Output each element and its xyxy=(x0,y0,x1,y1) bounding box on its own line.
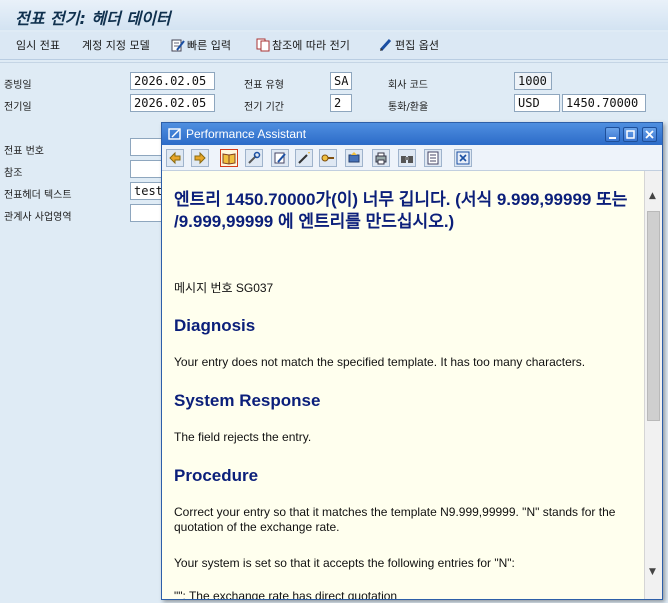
find-button[interactable] xyxy=(398,149,416,167)
document-date-label: 증빙일 xyxy=(4,80,32,91)
trading-partner-label: 관계사 사업영역 xyxy=(4,212,72,223)
bookmark-button[interactable] xyxy=(345,149,363,167)
edit-button[interactable] xyxy=(271,149,289,167)
message-number: 메시지 번호 SG037 xyxy=(174,281,274,295)
procedure-text-3: "": The exchange rate has direct quotati… xyxy=(174,589,398,599)
fast-entry-icon xyxy=(171,39,185,52)
park-document-button[interactable]: 임시 전표 xyxy=(16,38,60,54)
book-icon xyxy=(222,153,236,165)
key-button[interactable] xyxy=(319,149,337,167)
tools-icon xyxy=(248,151,261,164)
divider xyxy=(0,62,668,63)
maximize-icon xyxy=(626,130,635,139)
page-title: 전표 전기: 헤더 데이터 xyxy=(15,9,171,28)
header-text-label: 전표헤더 텍스트 xyxy=(4,190,72,201)
popup-title: Performance Assistant xyxy=(186,127,307,141)
toolbar-label: 계정 지정 모델 xyxy=(82,39,150,52)
copy-document-icon xyxy=(256,38,270,52)
close-help-button[interactable] xyxy=(454,149,472,167)
account-assignment-model-button[interactable]: 계정 지정 모델 xyxy=(82,38,150,54)
wand-button[interactable] xyxy=(295,149,313,167)
system-response-text: The field rejects the entry. xyxy=(174,430,312,444)
arrow-right-icon xyxy=(194,151,206,165)
scrollbar-thumb[interactable] xyxy=(647,211,660,421)
currency-field[interactable]: USD xyxy=(514,94,560,112)
scroll-up-icon[interactable]: ▲ xyxy=(649,191,656,201)
vertical-scrollbar[interactable]: ▲ ▼ xyxy=(644,171,662,599)
currency-rate-label: 통화/환율 xyxy=(388,102,429,113)
arrow-left-icon xyxy=(169,151,181,165)
cancel-icon xyxy=(456,151,470,165)
magic-wand-icon xyxy=(298,152,310,164)
company-code-label: 회사 코드 xyxy=(388,80,428,91)
performance-assistant-window: Performance Assistant 엔트리 1450.70000가(이)… xyxy=(161,122,663,600)
printer-icon xyxy=(375,152,387,165)
binoculars-icon xyxy=(401,156,413,163)
period-label: 전기 기간 xyxy=(244,102,284,113)
toolbar-label: 빠른 입력 xyxy=(187,39,231,52)
period-field[interactable]: 2 xyxy=(330,94,352,112)
document-list-icon xyxy=(427,151,439,165)
screen-title-bar: 전표 전기: 헤더 데이터 xyxy=(0,0,668,30)
exchange-rate-field[interactable]: 1450.70000 xyxy=(562,94,646,112)
document-number-label: 전표 번호 xyxy=(4,146,44,157)
pencil-icon xyxy=(379,38,392,52)
toolbar-label: 임시 전표 xyxy=(16,39,60,52)
document-date-field[interactable]: 2026.02.05 xyxy=(130,72,215,90)
edit-icon xyxy=(274,152,286,164)
post-with-reference-button[interactable]: 참조에 따라 전기 xyxy=(256,38,350,54)
back-button[interactable] xyxy=(166,149,184,167)
posting-date-field[interactable]: 2026.02.05 xyxy=(130,94,215,112)
minimize-icon xyxy=(609,137,616,139)
technical-info-button[interactable] xyxy=(245,149,263,167)
scroll-down-icon[interactable]: ▼ xyxy=(649,567,656,577)
posting-date-label: 전기일 xyxy=(4,102,32,113)
application-toolbar: 임시 전표 계정 지정 모델 빠른 입력 참조에 따라 전기 편집 옵션 xyxy=(0,32,668,60)
toolbar-label: 참조에 따라 전기 xyxy=(272,39,350,52)
diagnosis-text: Your entry does not match the specified … xyxy=(174,355,586,369)
key-icon xyxy=(321,154,334,162)
popup-title-bar[interactable]: Performance Assistant xyxy=(162,123,662,145)
procedure-text: Correct your entry so that it matches th… xyxy=(174,505,616,534)
procedure-heading: Procedure xyxy=(174,466,259,485)
help-window-icon xyxy=(168,128,181,140)
close-icon xyxy=(645,130,654,139)
help-content-area[interactable]: 엔트리 1450.70000가(이) 너무 깁니다. (서식 9.999,999… xyxy=(162,171,644,599)
toolbar-label: 편집 옵션 xyxy=(395,39,439,52)
popup-toolbar xyxy=(162,145,662,171)
editing-options-button[interactable]: 편집 옵션 xyxy=(379,38,439,54)
bookmark-icon xyxy=(348,152,360,163)
error-message-heading: 엔트리 1450.70000가(이) 너무 깁니다. (서식 9.999,999… xyxy=(174,190,628,231)
forward-button[interactable] xyxy=(191,149,209,167)
procedure-text-2: Your system is set so that it accepts th… xyxy=(174,556,515,570)
document-type-label: 전표 유형 xyxy=(244,80,284,91)
reference-label: 참조 xyxy=(4,168,23,179)
minimize-button[interactable] xyxy=(605,127,620,142)
application-help-button[interactable] xyxy=(220,149,238,167)
company-code-field[interactable]: 1000 xyxy=(514,72,552,90)
diagnosis-heading: Diagnosis xyxy=(174,316,256,335)
close-button[interactable] xyxy=(642,127,657,142)
print-button[interactable] xyxy=(372,149,390,167)
document-type-field[interactable]: SA xyxy=(330,72,352,90)
maximize-button[interactable] xyxy=(623,127,638,142)
table-of-contents-button[interactable] xyxy=(424,149,442,167)
system-response-heading: System Response xyxy=(174,391,321,410)
fast-entry-button[interactable]: 빠른 입력 xyxy=(171,38,231,54)
